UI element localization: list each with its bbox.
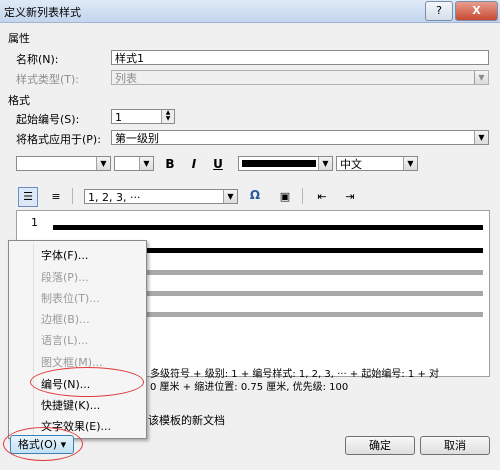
underline-button[interactable]: U: [210, 157, 226, 171]
format-button-highlight-oval: [3, 427, 83, 461]
font-color-select[interactable]: ▼: [238, 156, 333, 171]
menu-item-border[interactable]: 边框(B)...: [41, 311, 90, 327]
chevron-down-icon: ▼: [96, 157, 110, 170]
chevron-down-icon: ▼: [474, 71, 488, 84]
chevron-down-icon: ▼: [403, 157, 417, 170]
preview-number: 1: [31, 216, 38, 229]
insert-symbol-button[interactable]: Ω: [246, 188, 264, 202]
menu-item-shortcut-key[interactable]: 快捷键(K)...: [41, 397, 100, 413]
toolbar-divider: [72, 188, 73, 204]
title-bar: 定义新列表样式 ? X: [0, 0, 500, 23]
start-number-value: 1: [115, 111, 122, 124]
font-select[interactable]: ▼: [16, 156, 111, 171]
menu-gutter: [33, 243, 34, 436]
menu-item-paragraph[interactable]: 段落(P)...: [41, 269, 89, 285]
preview-line: [53, 225, 483, 230]
numbering-style-value: 1, 2, 3, ···: [88, 191, 141, 204]
name-input[interactable]: 样式1: [111, 50, 489, 65]
italic-button[interactable]: I: [186, 157, 202, 171]
apply-to-value: 第一级别: [115, 132, 159, 145]
style-type-value: 列表: [115, 72, 137, 85]
chevron-down-icon: ▼: [223, 190, 237, 203]
style-type-label: 样式类型(T):: [16, 73, 80, 86]
new-documents-option-label[interactable]: 该模板的新文档: [148, 412, 225, 428]
close-button[interactable]: X: [455, 1, 498, 21]
chevron-down-icon: ▼: [318, 157, 332, 170]
decrease-indent-icon[interactable]: ⇤: [312, 187, 332, 207]
cancel-button[interactable]: 取消: [420, 436, 490, 455]
bold-button[interactable]: B: [162, 157, 178, 171]
define-list-style-dialog: 定义新列表样式 ? X 属性 名称(N): 样式1 样式类型(T): 列表 ▼ …: [0, 0, 500, 470]
bulleted-list-icon[interactable]: ≡: [46, 187, 66, 207]
menu-item-tabs[interactable]: 制表位(T)...: [41, 290, 100, 306]
apply-to-select[interactable]: 第一级别 ▼: [111, 130, 489, 145]
language-select[interactable]: 中文 ▼: [336, 156, 418, 171]
language-value: 中文: [340, 158, 362, 171]
spinner-arrows-icon[interactable]: ▲ ▼: [161, 110, 174, 123]
help-button[interactable]: ?: [425, 1, 453, 21]
font-size-select[interactable]: ▼: [114, 156, 154, 171]
numbering-style-select[interactable]: 1, 2, 3, ··· ▼: [84, 189, 238, 204]
chevron-down-icon: ▼: [474, 131, 488, 144]
start-number-label: 起始编号(S):: [16, 113, 80, 126]
chevron-down-icon: ▼: [139, 157, 153, 170]
menu-item-language[interactable]: 语言(L)...: [41, 332, 88, 348]
ok-button[interactable]: 确定: [345, 436, 415, 455]
color-swatch: [242, 160, 316, 167]
apply-to-label: 将格式应用于(P):: [16, 133, 101, 146]
name-label: 名称(N):: [16, 53, 59, 66]
numbering-highlight-oval: [30, 367, 144, 397]
format-menu: 字体(F)... 段落(P)... 制表位(T)... 边框(B)... 语言(…: [8, 240, 147, 439]
description-line-2: 0 厘米 + 缩进位置: 0.75 厘米, 优先级: 100: [150, 382, 349, 393]
window-title: 定义新列表样式: [4, 6, 81, 19]
increase-indent-icon[interactable]: ⇥: [340, 187, 360, 207]
start-number-input[interactable]: 1 ▲ ▼: [111, 109, 175, 124]
toolbar-divider: [302, 188, 303, 204]
format-section-title: 格式: [8, 94, 30, 107]
properties-section-title: 属性: [8, 32, 30, 45]
style-type-select[interactable]: 列表 ▼: [111, 70, 489, 85]
menu-item-font[interactable]: 字体(F)...: [41, 247, 88, 263]
numbered-list-icon[interactable]: ☰: [18, 187, 38, 207]
insert-picture-icon[interactable]: ▣: [275, 187, 295, 207]
